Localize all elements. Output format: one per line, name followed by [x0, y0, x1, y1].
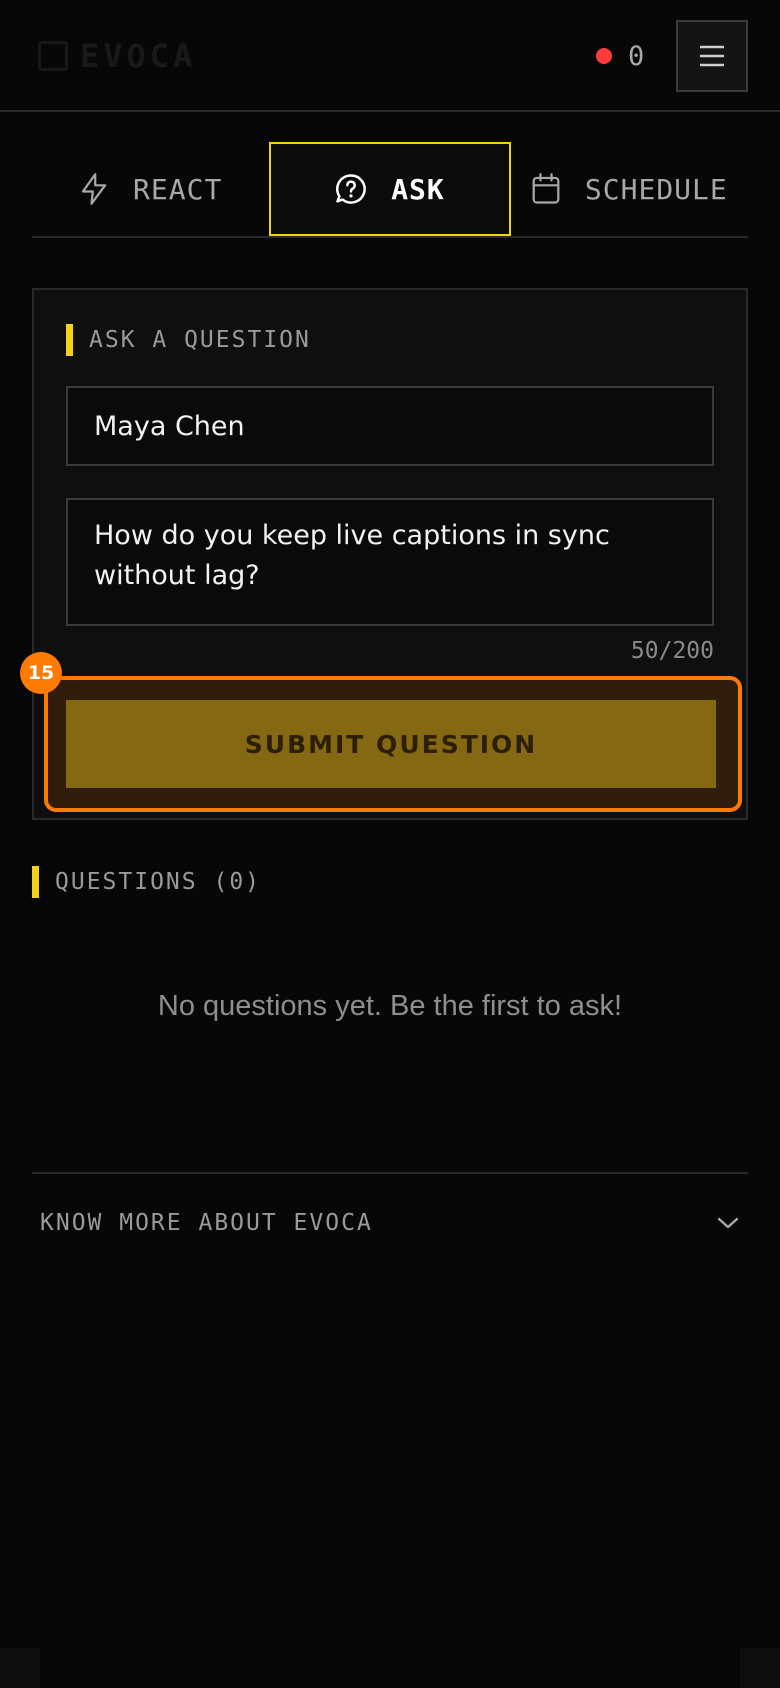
name-input[interactable]: [66, 386, 714, 466]
step-badge: 15: [20, 652, 62, 694]
know-more-accordion[interactable]: KNOW MORE ABOUT EVOCA: [32, 1172, 748, 1272]
accent-bar: [32, 866, 39, 898]
live-dot-icon: [596, 48, 612, 64]
accent-bar: [66, 324, 73, 356]
logo-mark-icon: [38, 41, 68, 71]
know-more-label: KNOW MORE ABOUT EVOCA: [40, 1210, 373, 1236]
ask-question-card: ASK A QUESTION How do you keep live capt…: [32, 288, 748, 820]
question-textarea[interactable]: How do you keep live captions in sync wi…: [66, 498, 714, 626]
tab-react[interactable]: REACT: [32, 142, 269, 236]
corner-decoration-left: [0, 1648, 40, 1688]
ask-section-label: ASK A QUESTION: [89, 327, 311, 353]
tab-ask[interactable]: ASK: [269, 142, 511, 236]
character-counter: 50/200: [630, 638, 714, 664]
submit-highlight: SUBMIT QUESTION: [44, 676, 742, 812]
live-count-value: 0: [628, 40, 645, 72]
menu-button[interactable]: [676, 20, 748, 92]
empty-questions-message: No questions yet. Be the first to ask!: [157, 990, 623, 1022]
submit-question-button[interactable]: SUBMIT QUESTION: [66, 700, 716, 788]
questions-heading: QUESTIONS (0): [32, 866, 261, 898]
live-viewer-count: 0: [596, 38, 644, 74]
logo-text: EVOCA: [80, 37, 197, 75]
ask-section-heading: ASK A QUESTION: [66, 324, 311, 356]
calendar-icon: [532, 173, 560, 204]
corner-decoration-right: [740, 1648, 780, 1688]
questions-label: QUESTIONS (0): [55, 869, 262, 895]
chevron-down-icon: [717, 1217, 739, 1229]
tab-ask-label: ASK: [391, 172, 445, 206]
tab-schedule[interactable]: SCHEDULE: [511, 142, 748, 236]
app-header: EVOCA 0: [0, 0, 780, 112]
tab-bar: REACT ASK SCHEDULE: [32, 142, 748, 238]
lightning-icon: [81, 173, 107, 205]
tab-react-label: REACT: [133, 172, 223, 206]
tab-schedule-label: SCHEDULE: [584, 172, 728, 206]
hamburger-icon: [700, 45, 724, 67]
logo[interactable]: EVOCA: [38, 36, 196, 76]
question-bubble-icon: [336, 174, 367, 204]
